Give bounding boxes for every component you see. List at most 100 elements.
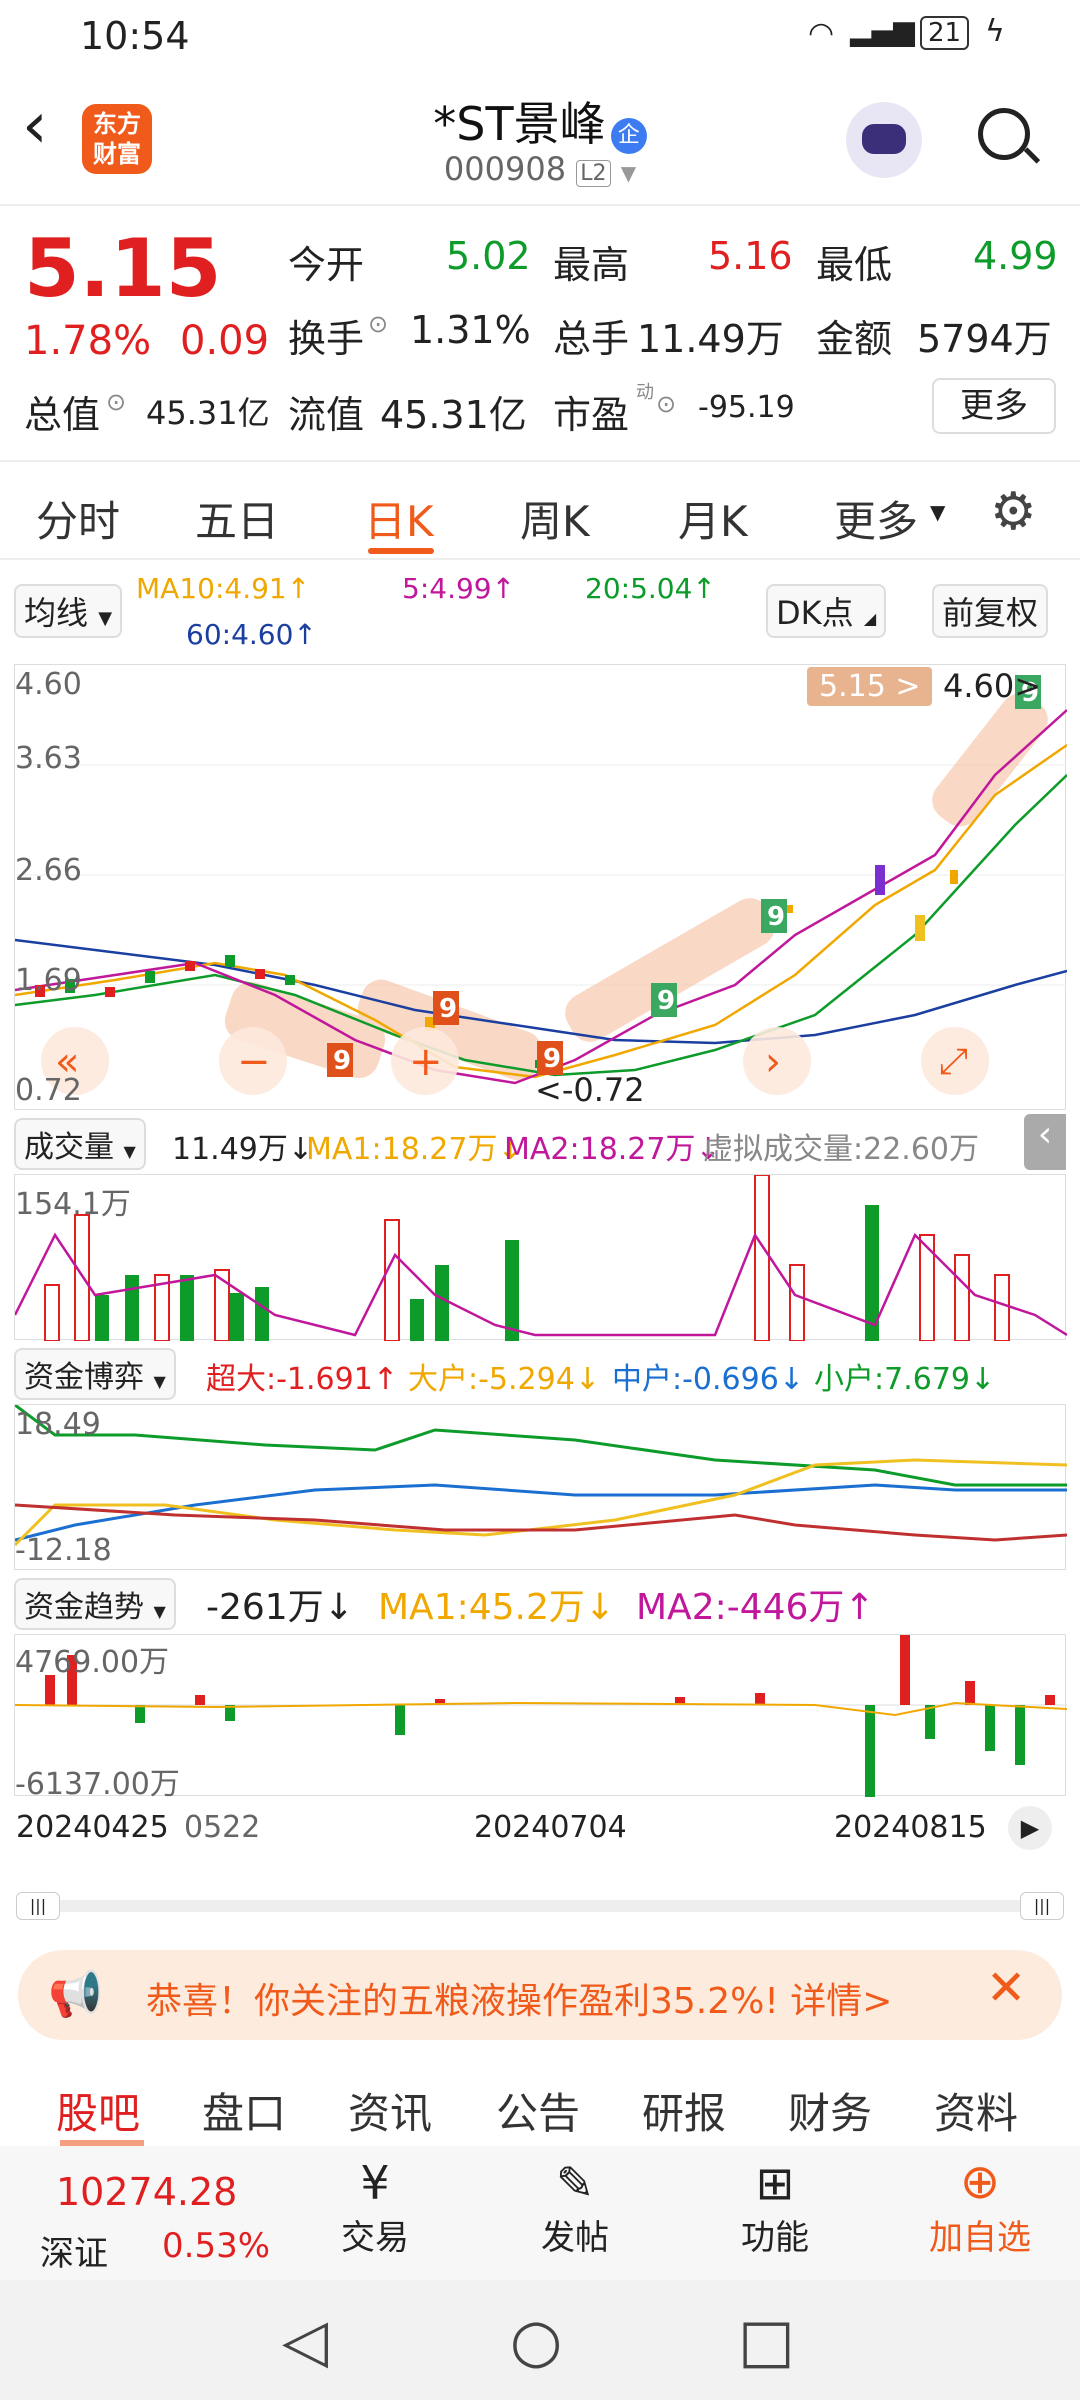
fund-game-chart: 18.49 -12.18 <box>14 1404 1067 1570</box>
zoom-out-icon[interactable]: − <box>237 1039 271 1085</box>
slider-left-handle[interactable]: ||| <box>16 1892 60 1920</box>
fund-trend-ma2: MA2:-446万↑ <box>636 1587 875 1628</box>
open-label: 今开 <box>288 243 365 287</box>
collapse-panel-icon[interactable]: ‹ <box>1024 1114 1066 1170</box>
wifi-icon: ◠ <box>808 16 835 51</box>
close-icon[interactable]: ✕ <box>986 1960 1026 2016</box>
search-icon[interactable] <box>978 108 1041 164</box>
volume-ma2: MA2:18.27万↓ <box>504 1132 721 1167</box>
ma10-value: MA10:4.91↑ <box>136 572 311 605</box>
medium-fund-line <box>15 1483 1067 1542</box>
fullscreen-icon[interactable]: ⤢ <box>939 1041 968 1083</box>
kline-svg: 9 9 9 9 9 9 <box>15 675 1067 1095</box>
slider-right-handle[interactable]: ||| <box>1020 1892 1064 1920</box>
fund-max-label: 18.49 <box>15 1407 101 1442</box>
volume-bars <box>44 1175 1010 1341</box>
svg-text:9: 9 <box>657 986 675 1016</box>
nav-home-icon[interactable]: ○ <box>510 2306 562 2376</box>
svg-text:9: 9 <box>439 994 457 1024</box>
date-label-2: 0522 <box>184 1810 261 1845</box>
info-icon[interactable]: ⊙ <box>106 388 126 416</box>
svg-text:9: 9 <box>767 902 785 932</box>
info-icon[interactable]: ⊙ <box>656 390 676 418</box>
period-tabs: 分时 五日 日K 周K 月K 更多 ▼ ⚙ <box>0 460 1080 560</box>
ma5-line <box>15 709 1067 1085</box>
index-name: 深证 <box>40 2234 108 2274</box>
tab-more[interactable]: 更多 <box>834 488 918 549</box>
tab-order-book[interactable]: 盘口 <box>202 2080 286 2141</box>
tab-daily-k[interactable]: 日K <box>364 488 434 549</box>
fund-trend-selector[interactable]: 资金趋势 ▼ <box>14 1578 176 1630</box>
charging-icon: ϟ <box>985 14 1005 49</box>
volume-selector[interactable]: 成交量 ▼ <box>14 1118 146 1170</box>
gear-icon[interactable]: ⚙ <box>990 482 1037 542</box>
change-amount: 0.09 <box>180 318 270 364</box>
index-ticker[interactable]: 10274.28 深证 0.53% <box>0 2146 290 2280</box>
super-large-fund-line <box>15 1503 1067 1542</box>
tab-weekly-k[interactable]: 周K <box>520 488 590 549</box>
fund-game-selector[interactable]: 资金博弈 ▼ <box>14 1348 176 1400</box>
plus-circle-icon: ⊕ <box>959 2154 1001 2210</box>
index-change: 0.53% <box>162 2226 271 2266</box>
tab-news[interactable]: 资讯 <box>348 2080 432 2141</box>
fund-trend-ma1: MA1:45.2万↓ <box>378 1587 616 1628</box>
amount-label: 金额 <box>816 317 893 361</box>
chevron-down-icon: ▼ <box>98 608 113 629</box>
grid-apps-icon: ⊞ <box>755 2156 795 2210</box>
chevron-down-icon[interactable]: ▼ <box>930 500 945 524</box>
current-price-tag[interactable]: 5.15 > <box>807 667 933 706</box>
scroll-right-icon[interactable]: › <box>765 1039 781 1085</box>
info-icon[interactable]: ⊙ <box>368 310 388 338</box>
scroll-left-icon[interactable]: « <box>55 1039 79 1085</box>
tab-profile[interactable]: 资料 <box>934 2080 1018 2141</box>
fund-trend-bars <box>45 1635 1055 1797</box>
stock-title: *ST景峰 <box>433 97 606 151</box>
low-value: 4.99 <box>973 234 1058 278</box>
last-price: 5.15 <box>24 222 222 315</box>
tab-intraday[interactable]: 分时 <box>36 488 120 549</box>
nav-bar: ‹ 东方 财富 *ST景峰 企 000908 L2 ▼ <box>0 72 1080 206</box>
float-cap-value: 45.31亿 <box>380 393 527 437</box>
bottom-toolbar: 10274.28 深证 0.53% ¥ 交易 ✎ 发帖 ⊞ 功能 ⊕ 加自选 <box>0 2146 1080 2280</box>
status-bar: 10:54 ◠ ▂▄▆ 21 ϟ <box>0 0 1080 72</box>
turnover-value: 1.31% <box>410 308 531 352</box>
y-axis-4: 1.69 <box>15 963 82 998</box>
range-slider[interactable]: ||| ||| <box>16 1892 1064 1920</box>
promo-banner[interactable]: 📢 恭喜！你关注的五粮液操作盈利35.2%! 详情> ✕ <box>18 1950 1062 2040</box>
banner-text[interactable]: 恭喜！你关注的五粮液操作盈利35.2%! 详情> <box>146 1972 892 2024</box>
large-value: 大户:-5.294↓ <box>408 1362 600 1397</box>
chevron-down-icon[interactable]: ▼ <box>621 161 636 185</box>
tab-research[interactable]: 研报 <box>642 2080 726 2141</box>
zoom-in-icon[interactable]: + <box>409 1039 443 1085</box>
post-button[interactable]: ✎ 发帖 <box>520 2146 630 2280</box>
adjust-mode-button[interactable]: 前复权 <box>932 584 1049 638</box>
tab-five-day[interactable]: 五日 <box>195 488 279 549</box>
nav-recents-icon[interactable]: □ <box>738 2306 795 2376</box>
next-page-icon[interactable]: ▶ <box>1008 1806 1052 1850</box>
nav-back-icon[interactable]: ◁ <box>282 2306 328 2376</box>
more-button[interactable]: 更多 <box>932 378 1056 434</box>
y-axis-2: 3.63 <box>15 741 82 776</box>
tab-monthly-k[interactable]: 月K <box>678 488 748 549</box>
tab-announcements[interactable]: 公告 <box>496 2080 580 2141</box>
ma-selector[interactable]: 均线 ▼ <box>14 584 123 638</box>
enterprise-badge: 企 <box>610 117 647 154</box>
level-badge[interactable]: L2 <box>576 160 611 187</box>
add-watchlist-button[interactable]: ⊕ 加自选 <box>910 2146 1050 2280</box>
open-value: 5.02 <box>446 234 531 278</box>
tab-forum[interactable]: 股吧 <box>56 2080 140 2141</box>
tab-financials[interactable]: 财务 <box>788 2080 872 2141</box>
robot-assistant-icon[interactable] <box>846 102 922 178</box>
ma60-value: 60:4.60↑ <box>186 618 317 651</box>
trade-button[interactable]: ¥ 交易 <box>320 2146 430 2280</box>
min-price-label: <-0.72 <box>535 1071 645 1109</box>
megaphone-icon: 📢 <box>48 1969 103 2020</box>
td-nine-markers: 9 9 9 9 9 9 <box>327 675 1041 1077</box>
medium-value: 中户:-0.696↓ <box>612 1362 804 1397</box>
functions-button[interactable]: ⊞ 功能 <box>720 2146 830 2280</box>
ma-bar: 均线 ▼ MA10:4.91↑ 5:4.99↑ 20:5.04↑ 60:4.60… <box>0 570 1080 660</box>
large-fund-line <box>15 1458 1067 1547</box>
kline-chart[interactable]: 9 9 9 9 9 9 4.60 3.63 2.66 1.69 0.72 5.1… <box>14 664 1067 1110</box>
trend-min-label: -6137.00万 <box>15 1767 180 1802</box>
dk-point-button[interactable]: DK点 ◢ <box>766 584 887 638</box>
